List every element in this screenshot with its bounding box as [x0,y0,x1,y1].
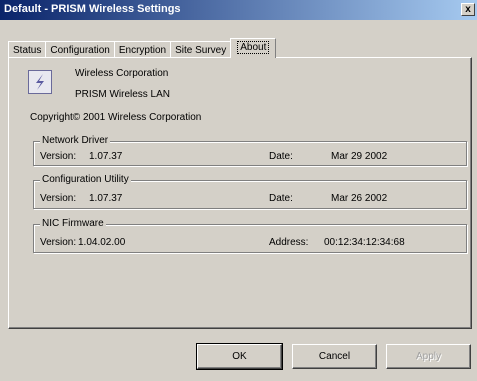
tab-strip: Status Configuration Encryption Site Sur… [8,38,277,58]
apply-button[interactable]: Apply [386,344,471,369]
configuration-utility-version-value: 1.07.37 [89,193,123,204]
network-driver-date-label: Date: [269,151,293,162]
nic-firmware-version-label: Version: [40,237,77,248]
tab-encryption-label: Encryption [118,45,167,56]
close-icon: x [465,4,471,15]
nic-firmware-legend: NIC Firmware [40,218,106,229]
network-driver-version-value: 1.07.37 [89,151,123,162]
tab-configuration[interactable]: Configuration [45,41,115,58]
tab-status[interactable]: Status [8,41,47,58]
network-driver-date-value: Mar 29 2002 [331,151,388,162]
tab-about-label: About [237,41,270,54]
window-title: Default - PRISM Wireless Settings [4,3,181,15]
tab-status-label: Status [13,45,42,56]
network-driver-group: Network Driver Version: 1.07.37 Date: Ma… [33,135,467,166]
nic-firmware-version-value: 1.04.02.00 [78,237,126,248]
company-name: Wireless Corporation [75,68,169,79]
configuration-utility-group: Configuration Utility Version: 1.07.37 D… [33,174,467,209]
tab-encryption[interactable]: Encryption [113,41,172,58]
configuration-utility-date-value: Mar 26 2002 [331,193,388,204]
network-driver-version-label: Version: [40,151,77,162]
wireless-logo-icon [28,70,52,94]
title-bar[interactable]: Default - PRISM Wireless Settings x [0,0,477,20]
tab-site-survey-label: Site Survey [175,45,227,56]
configuration-utility-legend: Configuration Utility [40,174,131,185]
nic-firmware-address-value: 00:12:34:12:34:68 [324,237,405,248]
tab-about[interactable]: About [230,38,277,58]
product-name: PRISM Wireless LAN [75,89,171,100]
configuration-utility-date-label: Date: [269,193,293,204]
tab-site-survey[interactable]: Site Survey [170,41,232,58]
close-button[interactable]: x [461,3,475,16]
network-driver-legend: Network Driver [40,135,111,146]
ok-button[interactable]: OK [196,343,283,370]
cancel-button[interactable]: Cancel [292,344,377,369]
copyright-text: Copyright© 2001 Wireless Corporation [30,112,202,123]
tab-configuration-label: Configuration [50,45,110,56]
nic-firmware-address-label: Address: [269,237,309,248]
configuration-utility-version-label: Version: [40,193,77,204]
nic-firmware-group: NIC Firmware Version: 1.04.02.00 Address… [33,218,467,253]
